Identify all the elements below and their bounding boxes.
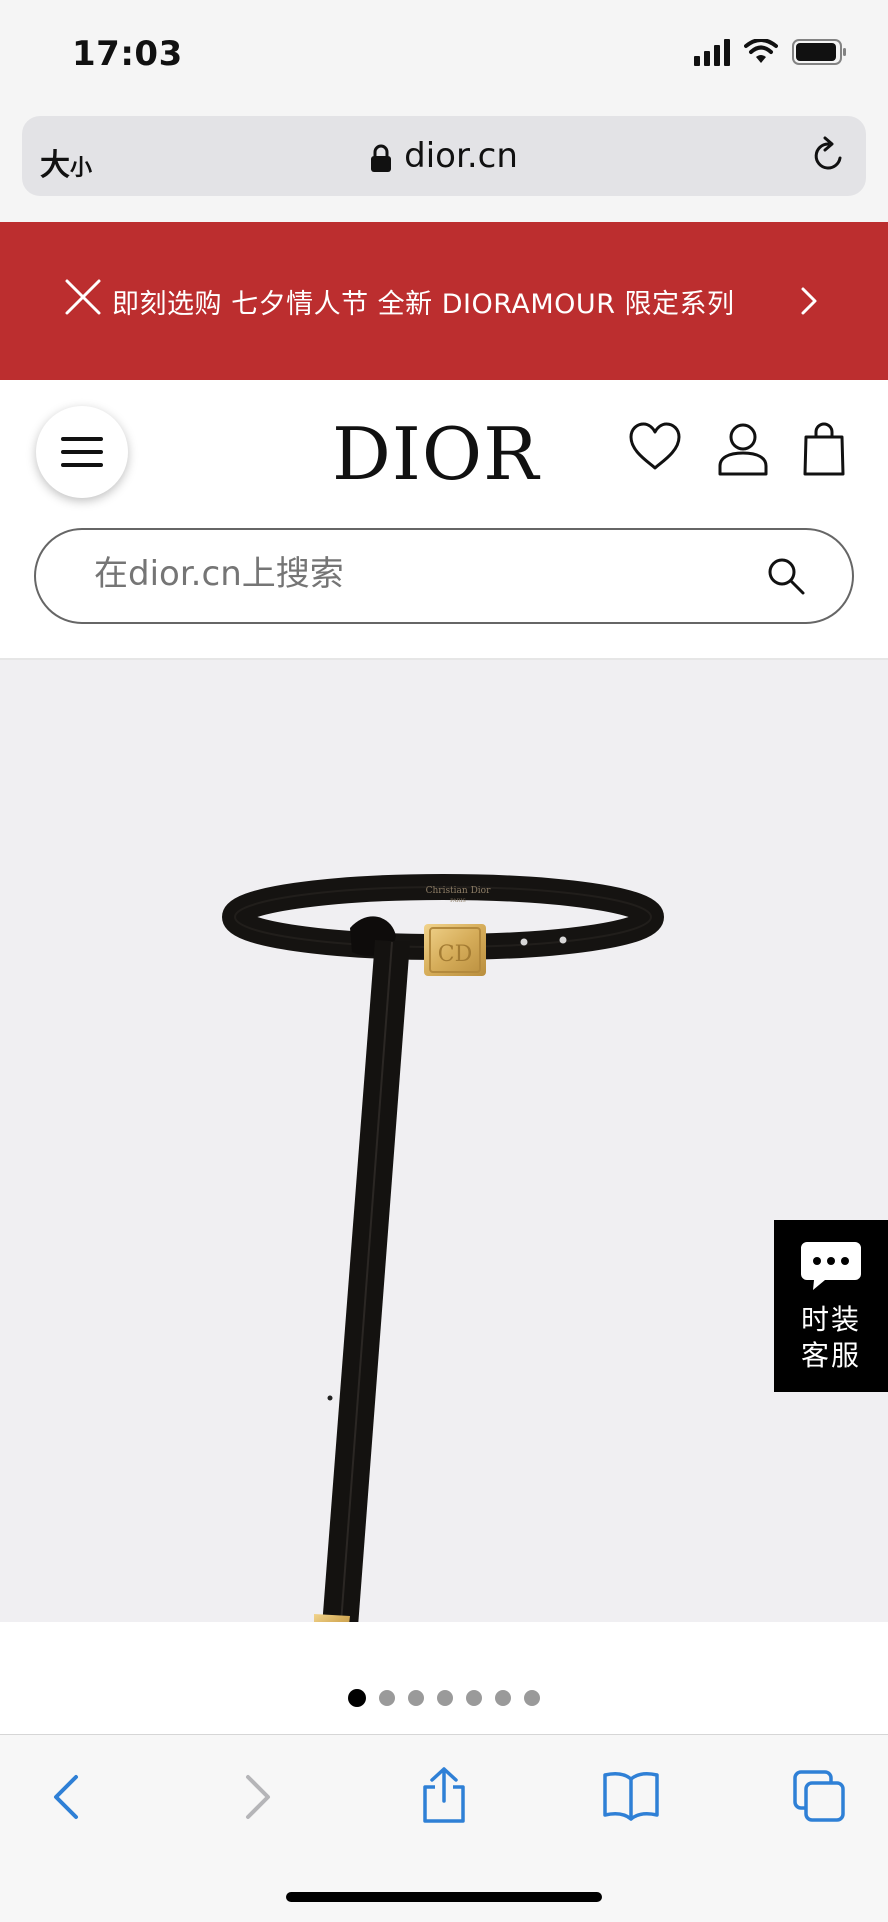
belt-image: CD Christian Dior PARIS xyxy=(222,874,664,1622)
status-icons xyxy=(694,38,848,66)
promo-text[interactable]: 即刻选购 七夕情人节 全新 DIORAMOUR 限定系列 xyxy=(112,282,735,321)
wifi-icon xyxy=(744,39,778,63)
carousel-dot[interactable] xyxy=(437,1690,453,1706)
battery-icon xyxy=(792,39,846,65)
heart-icon[interactable] xyxy=(628,422,682,472)
carousel-dot[interactable] xyxy=(466,1690,482,1706)
carousel-dot[interactable] xyxy=(495,1690,511,1706)
promo-banner[interactable]: 即刻选购 七夕情人节 全新 DIORAMOUR 限定系列 xyxy=(0,222,888,380)
site-header: DIOR xyxy=(0,380,888,660)
back-icon[interactable] xyxy=(50,1769,84,1825)
url-text: dior.cn xyxy=(404,136,518,176)
dior-logo[interactable]: DIOR xyxy=(332,412,539,496)
address-bar[interactable]: 大小 dior.cn xyxy=(22,116,866,196)
forward-icon[interactable] xyxy=(240,1769,274,1825)
reload-icon[interactable] xyxy=(808,136,848,176)
carousel-dots xyxy=(0,1689,888,1707)
home-indicator xyxy=(286,1892,602,1902)
shopping-bag-icon[interactable] xyxy=(802,422,846,476)
carousel-dot[interactable] xyxy=(408,1690,424,1706)
browser-address-area: 大小 dior.cn xyxy=(0,110,888,222)
status-bar: 17:03 xyxy=(0,0,888,110)
search-input[interactable] xyxy=(94,554,734,594)
status-time: 17:03 xyxy=(72,34,183,74)
svg-text:CD: CD xyxy=(438,942,472,967)
brand-engraving: Christian Dior xyxy=(426,886,492,896)
lock-icon xyxy=(371,144,392,172)
user-icon[interactable] xyxy=(716,422,770,476)
hamburger-icon xyxy=(61,437,103,467)
carousel-dot[interactable] xyxy=(379,1690,395,1706)
chat-label-line1: 时装 xyxy=(800,1303,861,1336)
chat-bubble-icon xyxy=(801,1242,861,1290)
close-icon[interactable] xyxy=(64,278,102,316)
search-bar[interactable] xyxy=(34,528,854,624)
customer-service-button[interactable]: 时装 客服 xyxy=(774,1220,888,1392)
chat-label: 时装 客服 xyxy=(774,1302,888,1374)
search-icon[interactable] xyxy=(766,556,806,596)
bookmarks-icon[interactable] xyxy=(602,1769,660,1823)
url-display[interactable]: dior.cn xyxy=(22,136,866,176)
tabs-icon[interactable] xyxy=(792,1769,846,1823)
chat-label-line2: 客服 xyxy=(800,1339,861,1372)
cellular-signal-icon xyxy=(694,38,730,66)
chevron-right-icon[interactable] xyxy=(800,286,818,316)
menu-button[interactable] xyxy=(36,406,128,498)
carousel-dot[interactable] xyxy=(348,1689,366,1707)
share-icon[interactable] xyxy=(420,1765,468,1825)
product-image[interactable]: CD Christian Dior PARIS xyxy=(0,660,888,1622)
brand-engraving-sub: PARIS xyxy=(450,898,466,904)
carousel-dot[interactable] xyxy=(524,1690,540,1706)
